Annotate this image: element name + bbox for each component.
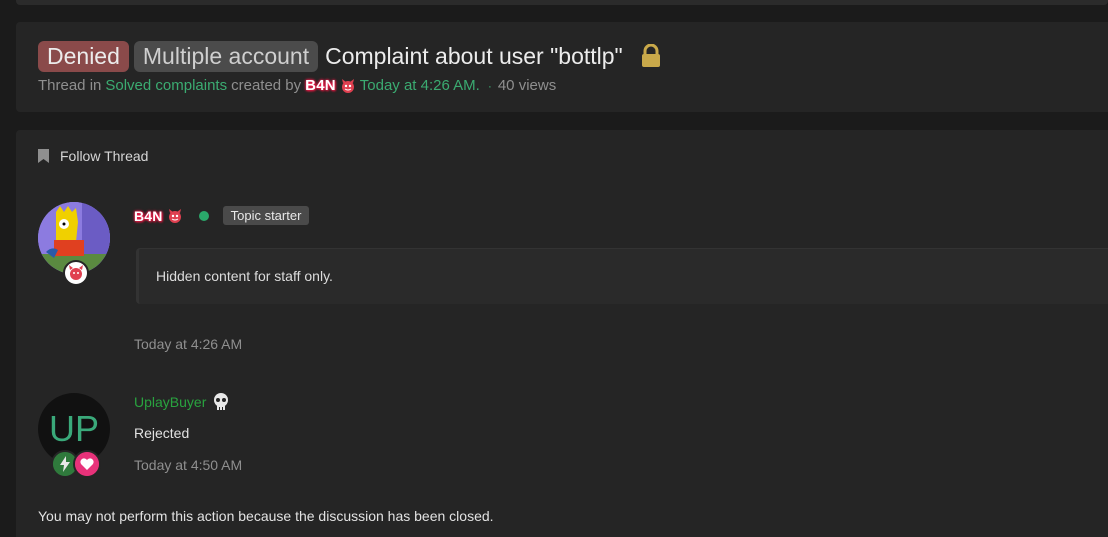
- post-header: B4N Topic starter: [134, 206, 310, 225]
- hidden-content-box: Hidden content for staff only.: [136, 248, 1108, 304]
- forum-link[interactable]: Solved complaints: [105, 77, 227, 94]
- thread-header: Denied Multiple account Complaint about …: [16, 22, 1108, 112]
- thread-meta: Thread in Solved complaints created by B…: [38, 77, 556, 94]
- closed-discussion-notice: You may not perform this action because …: [38, 508, 494, 524]
- avatar-badge-demon-icon: [63, 260, 89, 286]
- post-author[interactable]: B4N: [134, 208, 163, 224]
- created-by-label: created by: [231, 77, 302, 94]
- top-panel-edge: [16, 0, 1108, 5]
- topic-starter-badge: Topic starter: [222, 206, 310, 225]
- post-header: UplayBuyer: [134, 393, 229, 411]
- prefix-multiple-account[interactable]: Multiple account: [133, 40, 319, 72]
- follow-thread-button[interactable]: Follow Thread: [38, 148, 148, 164]
- created-time-link[interactable]: Today at 4:26 AM.: [360, 77, 480, 94]
- heart-icon: [73, 450, 101, 478]
- thread-in-label: Thread in: [38, 77, 102, 94]
- skull-icon: [214, 393, 229, 410]
- thread-body: Follow Thread B4N Topic starter Hidden c: [16, 130, 1108, 537]
- demon-icon: [168, 208, 181, 223]
- views-count: 40 views: [497, 77, 557, 94]
- thread-title-row: Denied Multiple account Complaint about …: [38, 40, 662, 72]
- post-author[interactable]: UplayBuyer: [134, 394, 206, 410]
- bookmark-icon: [38, 149, 49, 163]
- post-date[interactable]: Today at 4:26 AM: [134, 336, 242, 352]
- hidden-content-text: Hidden content for staff only.: [156, 268, 333, 284]
- meta-separator: ·: [487, 78, 492, 93]
- post-date[interactable]: Today at 4:50 AM: [134, 457, 242, 473]
- demon-icon: [341, 78, 354, 93]
- follow-thread-label: Follow Thread: [60, 148, 149, 164]
- online-status-indicator: [198, 210, 209, 221]
- post-content: Rejected: [134, 425, 190, 441]
- lock-icon: [641, 44, 660, 67]
- prefix-denied[interactable]: Denied: [38, 40, 129, 72]
- avatar-initials: UP: [48, 408, 99, 449]
- thread-title: Complaint about user "bottlp": [325, 42, 623, 69]
- author-link[interactable]: B4N: [305, 77, 336, 94]
